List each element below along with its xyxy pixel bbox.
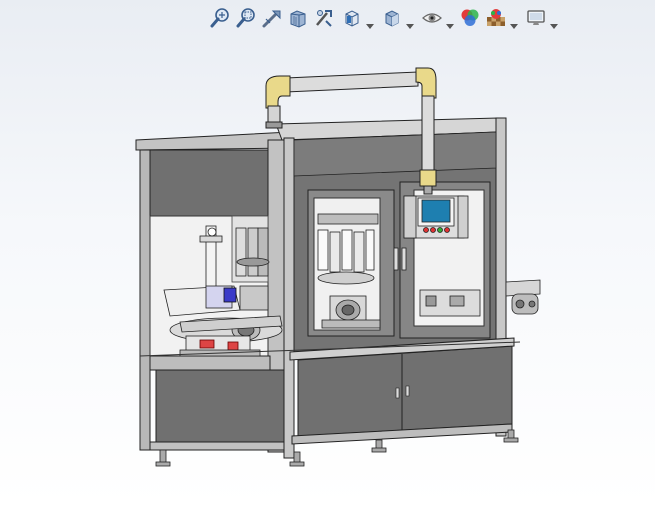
outfeed-conveyor [505, 279, 541, 315]
hmi-control-panel [403, 195, 469, 239]
previous-view-icon[interactable] [260, 6, 284, 30]
apply-scene-icon[interactable] [484, 6, 508, 30]
section-view-icon[interactable] [286, 6, 310, 30]
touchscreen-display [421, 199, 451, 223]
zoom-to-area-icon[interactable] [234, 6, 258, 30]
display-style-dropdown-icon[interactable] [406, 15, 414, 29]
capping-station [419, 289, 481, 317]
view-settings-icon[interactable] [524, 6, 548, 30]
view-orientation-dropdown-icon[interactable] [366, 15, 374, 29]
hide-show-items-icon[interactable] [420, 6, 444, 30]
door-handle-left [393, 247, 399, 271]
heads-up-view-toolbar [200, 4, 570, 34]
dynamic-annotation-views-icon[interactable] [312, 6, 336, 30]
zoom-to-fit-icon[interactable] [208, 6, 232, 30]
machine-model-render [135, 67, 541, 467]
graphics-area[interactable] [0, 36, 655, 505]
door-handle-right [401, 247, 407, 271]
view-orientation-icon[interactable] [340, 6, 364, 30]
display-style-icon[interactable] [380, 6, 404, 30]
apply-scene-dropdown-icon[interactable] [510, 15, 518, 29]
edit-appearance-icon[interactable] [458, 6, 482, 30]
hide-show-items-dropdown-icon[interactable] [446, 15, 454, 29]
view-settings-dropdown-icon[interactable] [550, 15, 558, 29]
